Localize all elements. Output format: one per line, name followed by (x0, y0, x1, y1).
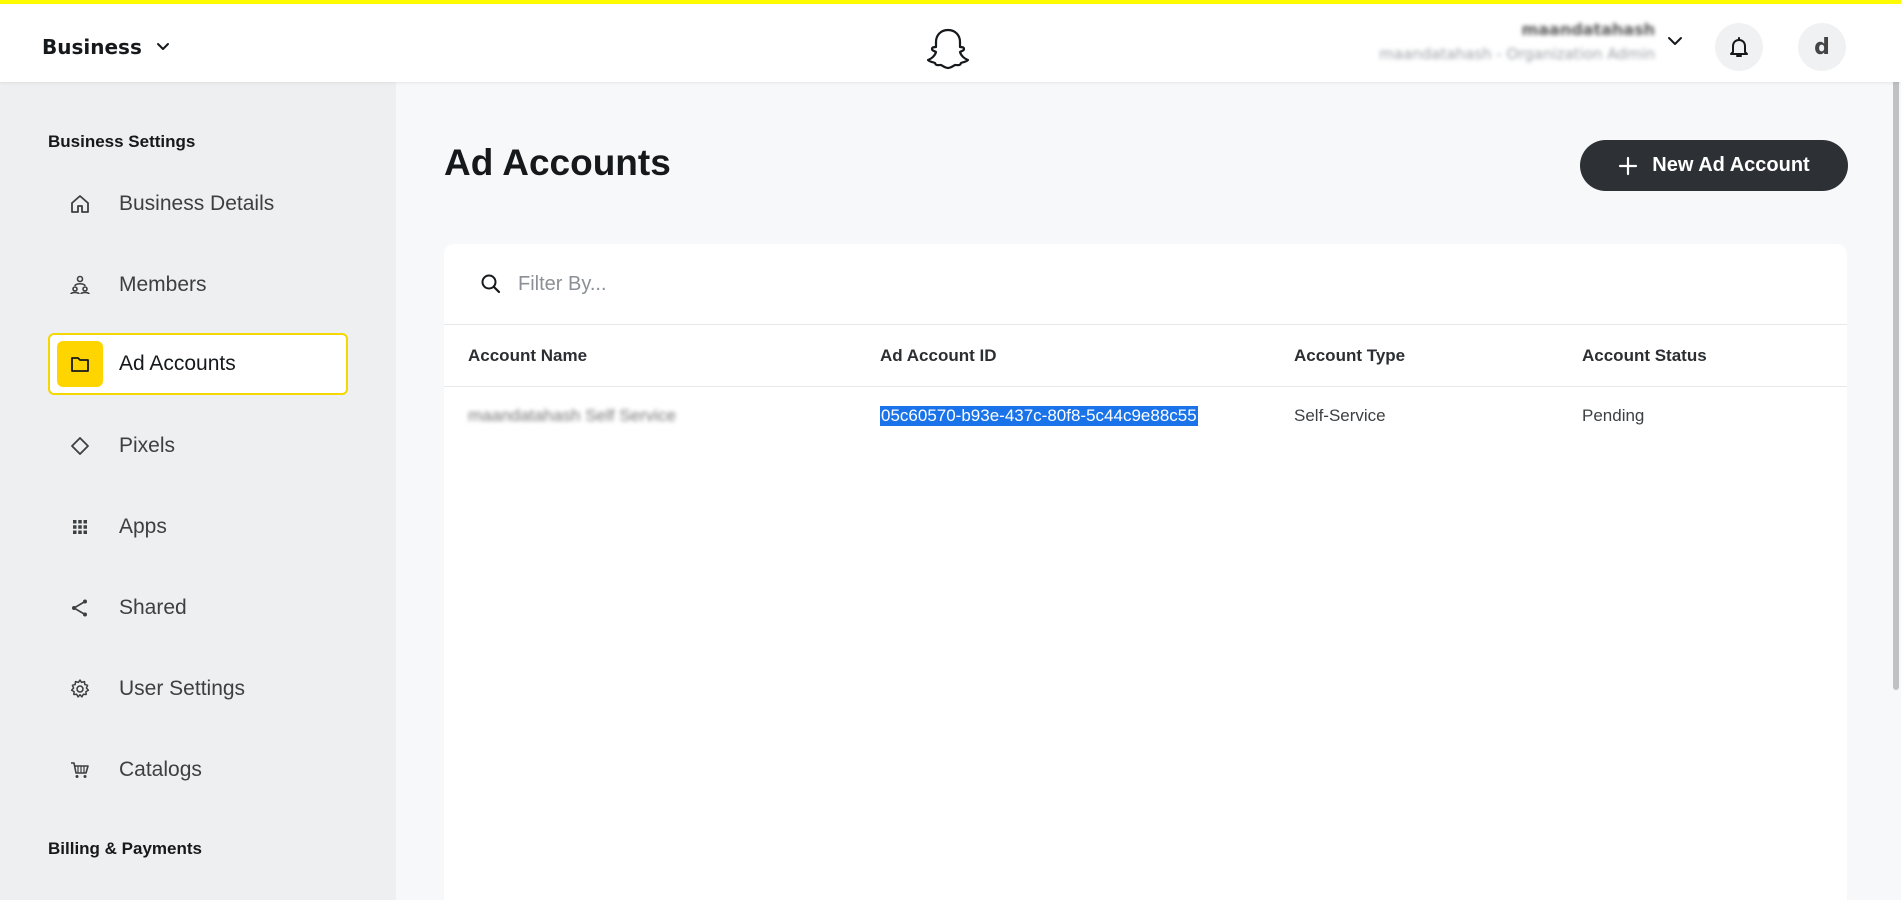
ad-accounts-card: Account Name Ad Account ID Account Type … (444, 244, 1847, 900)
sidebar-item-catalogs[interactable]: Catalogs (48, 739, 348, 801)
cell-account-type: Self-Service (1294, 406, 1386, 425)
page-title: Ad Accounts (444, 142, 671, 183)
business-switcher[interactable]: Business (42, 32, 172, 62)
home-icon (57, 181, 103, 227)
sidebar-item-label: Apps (119, 515, 167, 538)
table-header: Account Name Ad Account ID Account Type … (444, 326, 1847, 387)
snapchat-ghost-icon[interactable] (924, 26, 972, 70)
column-header-account-name[interactable]: Account Name (468, 346, 587, 366)
sidebar-item-apps[interactable]: Apps (48, 496, 348, 558)
sidebar-item-ad-accounts[interactable]: Ad Accounts (48, 333, 348, 395)
plus-icon (1619, 156, 1638, 175)
sidebar-section-title: Business Settings (48, 132, 196, 151)
user-menu[interactable]: maandatahash maandatahash - Organization… (1379, 18, 1655, 66)
sidebar: Business Settings Business Details Membe… (0, 82, 396, 900)
cell-account-status: Pending (1582, 406, 1645, 425)
column-header-account-type[interactable]: Account Type (1294, 346, 1405, 366)
table-row[interactable]: maandatahash Self Service 05c60570-b93e-… (444, 388, 1847, 448)
new-ad-account-button[interactable]: New Ad Account (1580, 140, 1848, 191)
gear-icon (57, 666, 103, 712)
sidebar-item-label: Pixels (119, 434, 176, 457)
sidebar-item-shared[interactable]: Shared (48, 577, 348, 639)
user-role: maandatahash - Organization Admin (1379, 45, 1655, 63)
business-label: Business (42, 35, 142, 59)
top-bar: Business maandatahash maandatahash - Org… (0, 0, 1901, 82)
search-icon (481, 274, 501, 294)
cart-icon (57, 747, 103, 793)
grid-icon (57, 504, 103, 550)
folder-icon (57, 341, 103, 387)
sidebar-item-label: Shared (119, 596, 187, 619)
cell-account-name[interactable]: maandatahash Self Service (468, 406, 676, 426)
members-icon (57, 262, 103, 308)
share-icon (57, 585, 103, 631)
notifications-button[interactable] (1715, 23, 1763, 71)
column-header-account-status[interactable]: Account Status (1582, 346, 1707, 366)
sidebar-item-user-settings[interactable]: User Settings (48, 658, 348, 720)
sidebar-item-label: Catalogs (119, 758, 202, 781)
cell-ad-account-id[interactable]: 05c60570-b93e-437c-80f8-5c44c9e88c55 (880, 406, 1198, 426)
sidebar-billing-title[interactable]: Billing & Payments (48, 839, 202, 859)
sidebar-item-label: User Settings (119, 677, 246, 700)
column-header-ad-account-id[interactable]: Ad Account ID (880, 346, 996, 366)
sidebar-item-business-details[interactable]: Business Details (48, 173, 348, 235)
sidebar-item-pixels[interactable]: Pixels (48, 415, 348, 477)
chevron-down-icon (156, 43, 169, 50)
filter-input[interactable] (518, 272, 1118, 296)
new-ad-account-label: New Ad Account (1652, 154, 1810, 176)
page-scrollbar[interactable] (1893, 0, 1899, 690)
user-chevron-down-icon[interactable] (1664, 30, 1686, 52)
sidebar-item-label: Business Details (119, 192, 275, 215)
filter-bar (444, 244, 1847, 325)
sidebar-item-label: Ad Accounts (119, 352, 236, 375)
user-name: maandatahash (1521, 20, 1655, 39)
sidebar-item-label: Members (119, 273, 207, 296)
avatar[interactable]: d (1798, 23, 1846, 71)
diamond-icon (57, 423, 103, 469)
bell-icon (1730, 37, 1748, 57)
sidebar-item-members[interactable]: Members (48, 254, 348, 316)
